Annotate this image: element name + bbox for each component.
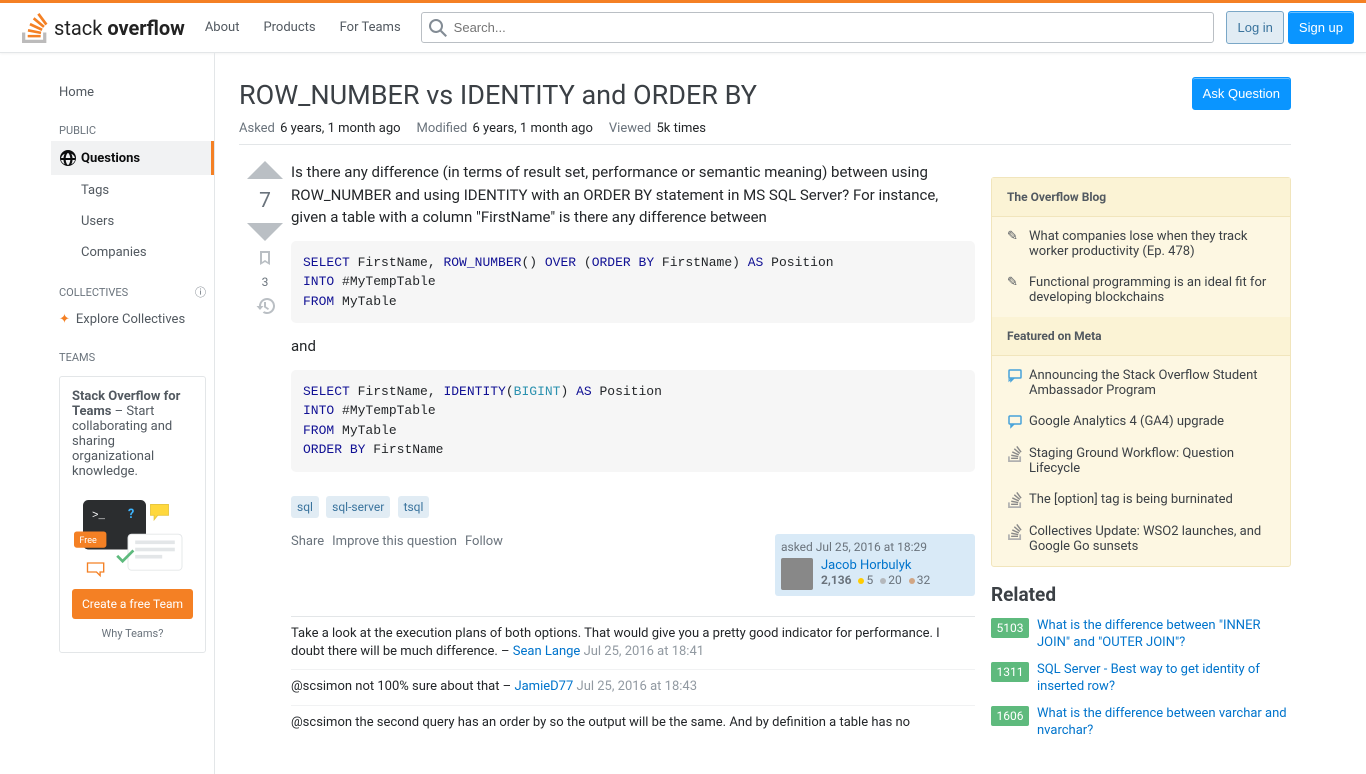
comments-list: Take a look at the execution plans of bo… xyxy=(291,616,975,740)
community-bulletin: The Overflow Blog ✎What companies lose w… xyxy=(991,177,1291,567)
globe-icon xyxy=(59,149,77,167)
related-score: 5103 xyxy=(991,618,1029,638)
question-body: Is there any difference (in terms of res… xyxy=(291,161,975,229)
meta-item[interactable]: The [option] tag is being burninated xyxy=(992,484,1290,516)
left-sidebar: Home PUBLIC Questions Tags Users Compani… xyxy=(51,53,215,774)
bookmark-icon[interactable] xyxy=(256,249,274,267)
nav-tags[interactable]: Tags xyxy=(51,175,214,206)
history-icon[interactable] xyxy=(256,297,275,315)
blog-header: The Overflow Blog xyxy=(992,178,1290,217)
ask-question-button[interactable]: Ask Question xyxy=(1192,77,1291,110)
signup-button[interactable]: Sign up xyxy=(1288,11,1354,44)
related-score: 1606 xyxy=(991,706,1029,726)
tag[interactable]: sql xyxy=(291,496,319,518)
pencil-icon: ✎ xyxy=(1007,229,1029,259)
related-header: Related xyxy=(991,583,1291,606)
comment: @scsimon the second query has an order b… xyxy=(291,706,975,740)
teams-promo: Stack Overflow for Teams – Start collabo… xyxy=(59,376,206,653)
public-label: PUBLIC xyxy=(51,108,214,141)
svg-text:Free: Free xyxy=(79,536,97,546)
logo-text: stack overflow xyxy=(54,16,185,40)
login-button[interactable]: Log in xyxy=(1226,11,1283,44)
meta-item[interactable]: Staging Ground Workflow: Question Lifecy… xyxy=(992,438,1290,484)
question-meta: Asked 6 years, 1 month ago Modified 6 ye… xyxy=(239,121,1291,145)
why-teams-link[interactable]: Why Teams? xyxy=(72,627,193,640)
meta-item[interactable]: Collectives Update: WSO2 launches, and G… xyxy=(992,516,1290,562)
nav-questions[interactable]: Questions xyxy=(51,141,214,175)
nav-for-teams[interactable]: For Teams xyxy=(328,14,413,41)
blog-item[interactable]: ✎What companies lose when they track wor… xyxy=(992,221,1290,267)
code-block-2: SELECT FirstName, IDENTITY(BIGINT) AS Po… xyxy=(291,370,975,472)
logo[interactable]: stack overflow xyxy=(12,3,193,52)
search-icon xyxy=(429,19,447,37)
stackoverflow-icon xyxy=(20,13,50,43)
tag-list: sql sql-server tsql xyxy=(291,496,975,518)
tag[interactable]: sql-server xyxy=(326,496,390,518)
user-reputation: 2,136 5 20 32 xyxy=(821,573,930,587)
downvote-button[interactable] xyxy=(247,223,283,241)
pencil-icon: ✎ xyxy=(1007,275,1029,305)
meta-header: Featured on Meta xyxy=(992,317,1290,356)
svg-text:>_: >_ xyxy=(92,510,105,522)
question-title: ROW_NUMBER vs IDENTITY and ORDER BY xyxy=(239,77,757,113)
related-item[interactable]: 1606What is the difference between varch… xyxy=(991,706,1291,740)
user-name[interactable]: Jacob Horbulyk xyxy=(821,558,930,573)
improve-link[interactable]: Improve this question xyxy=(332,534,457,549)
star-icon: ✦ xyxy=(59,312,70,327)
comment: Take a look at the execution plans of bo… xyxy=(291,617,975,670)
avatar[interactable] xyxy=(781,558,813,590)
stackoverflow-icon xyxy=(1007,446,1029,476)
bookmark-count: 3 xyxy=(262,275,269,289)
and-text: and xyxy=(291,335,975,358)
vote-controls: 7 3 xyxy=(239,161,291,749)
site-header: stack overflow About Products For Teams … xyxy=(0,3,1366,53)
code-block-1: SELECT FirstName, ROW_NUMBER() OVER (ORD… xyxy=(291,241,975,324)
main-content: ROW_NUMBER vs IDENTITY and ORDER BY Ask … xyxy=(215,53,1315,774)
related-score: 1311 xyxy=(991,662,1029,682)
create-team-button[interactable]: Create a free Team xyxy=(72,589,193,619)
teams-illustration: >_ ? Free xyxy=(72,491,202,581)
svg-text:?: ? xyxy=(128,507,134,522)
comment-user[interactable]: Sean Lange xyxy=(513,644,581,659)
nav-home[interactable]: Home xyxy=(51,77,214,108)
post-actions: Share Improve this question Follow xyxy=(291,534,503,549)
tag[interactable]: tsql xyxy=(398,496,430,518)
stackoverflow-icon xyxy=(1007,524,1029,554)
speech-bubble-icon xyxy=(1007,414,1029,430)
right-sidebar: The Overflow Blog ✎What companies lose w… xyxy=(991,177,1291,749)
related-list: 5103What is the difference between "INNE… xyxy=(991,618,1291,739)
follow-link[interactable]: Follow xyxy=(465,534,503,549)
meta-item[interactable]: Google Analytics 4 (GA4) upgrade xyxy=(992,406,1290,438)
user-card: asked Jul 25, 2016 at 18:29 Jacob Horbul… xyxy=(775,534,975,596)
comment: @scsimon not 100% sure about that – Jami… xyxy=(291,670,975,705)
stackoverflow-icon xyxy=(1007,492,1029,508)
nav-products[interactable]: Products xyxy=(251,14,327,41)
search-input[interactable] xyxy=(421,12,1215,43)
comment-user[interactable]: JamieD77 xyxy=(514,679,573,694)
nav-users[interactable]: Users xyxy=(51,206,214,237)
nav-companies[interactable]: Companies xyxy=(51,237,214,268)
blog-item[interactable]: ✎Functional programming is an ideal fit … xyxy=(992,267,1290,313)
vote-count: 7 xyxy=(259,181,271,221)
info-icon[interactable]: ⓘ xyxy=(195,284,206,300)
nav-explore-collectives[interactable]: ✦ Explore Collectives xyxy=(51,304,214,335)
share-link[interactable]: Share xyxy=(291,534,324,549)
asked-time: asked Jul 25, 2016 at 18:29 xyxy=(781,540,969,554)
related-item[interactable]: 1311SQL Server - Best way to get identit… xyxy=(991,662,1291,696)
related-item[interactable]: 5103What is the difference between "INNE… xyxy=(991,618,1291,652)
search-wrap xyxy=(421,12,1215,43)
speech-bubble-icon xyxy=(1007,368,1029,398)
meta-item[interactable]: Announcing the Stack Overflow Student Am… xyxy=(992,360,1290,406)
collectives-label: COLLECTIVES xyxy=(59,286,128,299)
teams-label: TEAMS xyxy=(51,335,214,368)
nav-about[interactable]: About xyxy=(193,14,252,41)
upvote-button[interactable] xyxy=(247,161,283,179)
